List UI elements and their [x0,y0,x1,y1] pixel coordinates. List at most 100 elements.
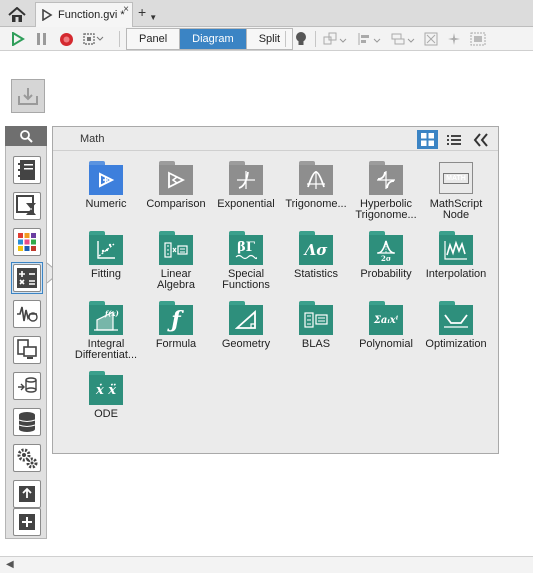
clean-up-button[interactable] [422,30,440,48]
wave-icon [235,254,257,259]
close-tab-button[interactable]: × [123,4,129,15]
palette-category-file-io[interactable] [11,406,43,438]
palette-category-connectivity[interactable] [11,478,43,510]
palette-item-probability[interactable]: 2σ Probability [351,231,421,280]
device-upload-icon [19,486,35,502]
palette-item-label: Statistics [293,269,338,280]
palette-item-label: Special [227,269,265,280]
palette-item-label: Exponential [217,199,275,210]
computer-device-icon [17,339,37,359]
home-icon [8,6,26,22]
list-view-button[interactable] [445,131,462,148]
palette-search-button[interactable] [5,126,47,146]
palette-item-label: Differentiat... [74,350,138,361]
palette-item-label: ODE [94,409,118,420]
hyperbolic-trig-icon [377,171,395,189]
palette-item-integral-differentiation[interactable]: f(x) Integral Differentiat... [71,301,141,361]
palette-item-interpolation[interactable]: Interpolation [421,231,491,280]
statistics-icon: Λσ [304,241,328,259]
terminal-button[interactable] [11,79,45,113]
new-tab-button[interactable]: + ▼ [138,4,157,22]
diagram-toolbar: Panel Diagram Split [0,27,533,51]
numeric-icon [99,172,115,188]
horizontal-scrollbar[interactable]: ◀ [0,556,533,573]
palette-category-data-communication[interactable] [11,370,43,402]
wand-button[interactable] [445,30,463,48]
palette-category-signal-processing[interactable] [11,298,43,330]
palette-item-label: Probability [360,269,412,280]
interpolation-icon [444,240,467,260]
palette-item-linear-algebra[interactable]: Linear Algebra [141,231,211,291]
highlight-execution-button[interactable] [80,30,106,48]
palette-item-label: Hyperbolic [360,199,412,210]
collapse-subpalette-button[interactable] [472,131,490,148]
palette-item-numeric[interactable]: Numeric [71,161,141,210]
icon-view-button[interactable] [417,130,438,149]
palette-item-ode[interactable]: ẋ ẍ ODE [71,371,141,420]
palette-category-data-types[interactable] [11,226,43,258]
hourglass-loop-icon [16,195,36,215]
integral-differentiation-icon: f(x) [94,309,119,331]
remove-broken-wires-icon [424,32,438,46]
special-functions-icon: βΓ [237,239,255,255]
calculator-icon [17,268,37,288]
toolbar-separator [119,31,120,47]
palette-category-structures[interactable] [11,190,43,222]
database-icon [18,412,36,432]
abort-button[interactable] [57,30,75,48]
palette-item-hyperbolic-trigonometric[interactable]: Hyperbolic Trigonome... [351,161,421,221]
palette-item-statistics[interactable]: Λσ Statistics [281,231,351,280]
palette-item-blas[interactable]: BLAS [281,301,351,350]
palette-category-programming[interactable] [11,154,43,186]
palette-item-label: Numeric [85,199,127,210]
palette-category-math[interactable] [11,262,43,294]
palette-category-hardware[interactable] [11,334,43,366]
palette-item-label: Comparison [146,199,206,210]
tab-diagram[interactable]: Diagram [179,29,246,49]
align-objects-button[interactable] [321,30,349,48]
document-tab[interactable]: Function.gvi * × [35,2,133,27]
subvi-icon [470,32,486,46]
palette-item-label: Polynomial [359,339,413,350]
palette-item-formula[interactable]: ƒ Formula [141,301,211,350]
help-button[interactable] [292,30,310,48]
palette-item-geometry[interactable]: Geometry [211,301,281,350]
palette-item-fitting[interactable]: Fitting [71,231,141,280]
double-chevron-left-icon [473,132,488,147]
palette-item-trigonometric[interactable]: Trigonome... [281,161,351,210]
palette-item-label: Node [442,210,470,221]
list-view-icon [446,134,461,145]
formula-icon: ƒ [171,307,181,333]
toolbar-separator [315,31,316,47]
subpalette-title: Math [80,133,105,145]
palette-category-add-ons[interactable] [11,508,43,536]
palette-item-exponential[interactable]: Exponential [211,161,281,210]
palette-item-label: Geometry [221,339,271,350]
palette-item-comparison[interactable]: Comparison [141,161,211,210]
svg-text:f(x): f(x) [104,309,119,318]
sparkle-icon [448,33,460,45]
reorder-icon [391,33,415,45]
lightbulb-icon [296,32,306,45]
reorder-button[interactable] [389,30,417,48]
palette-item-polynomial[interactable]: Σaᵢxⁱ Polynomial [351,301,421,350]
toolbar-separator [285,31,286,47]
palette-category-application-control[interactable] [11,442,43,474]
palette-item-label: Integral [87,339,125,350]
pause-button[interactable] [33,30,51,48]
svg-text:2σ: 2σ [381,254,391,262]
terminal-tray-icon [18,88,38,105]
run-button[interactable] [9,30,27,48]
home-tab[interactable] [4,3,30,26]
trigonometric-icon [307,171,325,189]
abort-icon [59,32,73,46]
scroll-left-icon[interactable]: ◀ [6,559,14,570]
palette-item-optimization[interactable]: Optimization [421,301,491,350]
tab-panel[interactable]: Panel [127,29,180,49]
distribute-objects-button[interactable] [355,30,383,48]
color-grid-icon [18,233,36,251]
palette-item-mathscript-node[interactable]: MATH MathScript Node [421,161,491,221]
palette-item-special-functions[interactable]: βΓ Special Functions [211,231,281,291]
create-subvi-button[interactable] [468,30,488,48]
add-box-icon [19,514,35,530]
